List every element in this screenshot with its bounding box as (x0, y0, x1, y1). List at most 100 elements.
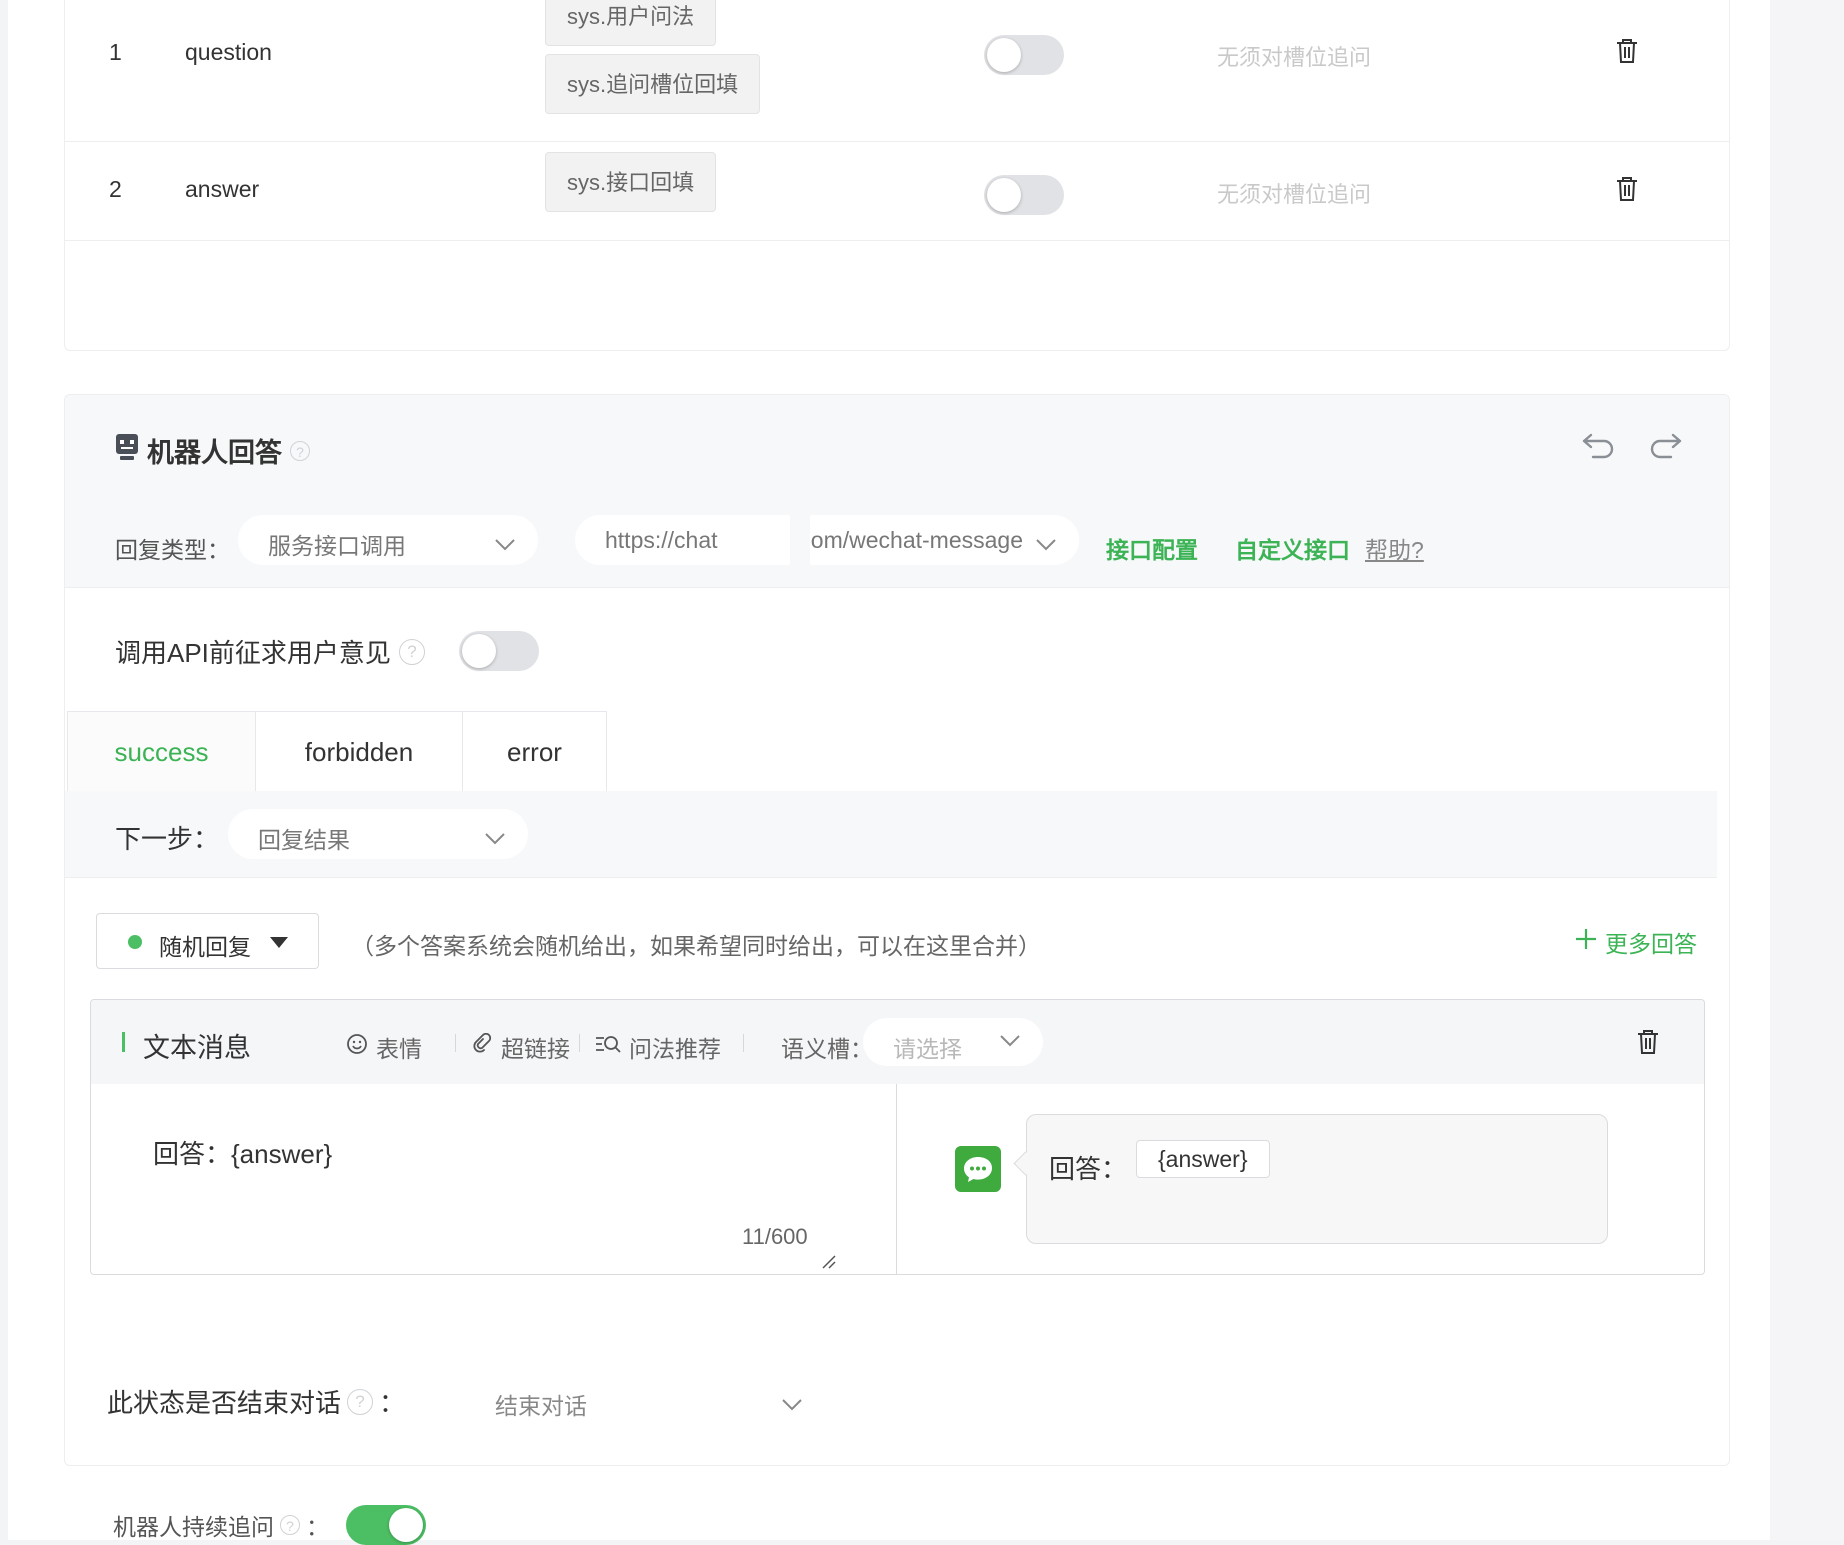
plus-icon (1575, 928, 1597, 956)
random-reply-label: 随机回复 (159, 934, 251, 960)
bot-answer-header: 机器人回答 ? (65, 395, 1729, 495)
semantic-slot-label: 语义槽： (781, 1036, 873, 1062)
followup-label: 机器人持续追问 ? ： (113, 1508, 329, 1542)
end-dialog-colon: ： (379, 1388, 406, 1418)
question-suggest-label: 问法推荐 (629, 1036, 721, 1062)
semantic-slot-placeholder: 请选择 (893, 1036, 962, 1062)
semantic-slot-select[interactable]: 请选择 (863, 1018, 1043, 1066)
table-row: 2 answer sys.接口回填 无须对槽位追问 (65, 141, 1729, 241)
api-url-start: https://chat (605, 527, 718, 553)
followup-toggle[interactable] (346, 1505, 426, 1545)
message-preview: 回答： {answer} (897, 1084, 1704, 1274)
text-message-title: 文本消息 (143, 1033, 251, 1063)
status-dot (128, 935, 142, 949)
chevron-down-icon (484, 825, 506, 852)
bot-answer-title: 机器人回答 ? (115, 431, 310, 470)
row-index: 2 (109, 176, 122, 202)
bot-answer-title-text: 机器人回答 (147, 438, 282, 468)
smile-icon (346, 1033, 368, 1061)
reply-type-bar: 回复类型： 服务接口调用 https://chat ..com/wechat-m… (65, 495, 1729, 588)
reply-type-select[interactable]: 服务接口调用 (238, 515, 538, 565)
next-step-value: 回复结果 (258, 827, 350, 853)
help-icon[interactable]: ? (290, 440, 310, 461)
hyperlink-tool[interactable]: 超链接 (471, 1030, 570, 1064)
preview-variable-tag: {answer} (1136, 1140, 1270, 1178)
help-icon[interactable]: ? (398, 638, 425, 665)
toggle-knob (987, 178, 1021, 212)
trash-icon[interactable] (1636, 1029, 1660, 1060)
slot-ask-text: 无须对槽位追问 (1217, 45, 1372, 70)
api-url-select[interactable]: https://chat ..com/wechat-message (575, 515, 1079, 565)
api-consent-label: 调用API前征求用户意见 ? (115, 633, 425, 670)
chat-bubble: 回答： {answer} (1026, 1114, 1608, 1244)
emoji-tool[interactable]: 表情 (346, 1030, 422, 1064)
row-index: 1 (109, 39, 122, 65)
end-dialog-value: 结束对话 (495, 1393, 587, 1419)
page: 1 question sys.用户问法 sys.追问槽位回填 无须对槽位追问 2… (8, 0, 1770, 1545)
slot-source-chip[interactable]: sys.追问槽位回填 (545, 54, 761, 114)
next-step-label: 下一步： (115, 824, 220, 854)
trash-icon[interactable] (1615, 38, 1641, 66)
slot-table: 1 question sys.用户问法 sys.追问槽位回填 无须对槽位追问 2… (64, 0, 1730, 351)
reply-type-value: 服务接口调用 (268, 533, 406, 559)
help-icon[interactable]: ? (347, 1388, 374, 1415)
scroll-gutter (1770, 0, 1844, 1540)
caret-down-icon (270, 937, 288, 948)
char-counter: 11/600 (742, 1224, 808, 1249)
end-dialog-text: 此状态是否结束对话 (107, 1388, 342, 1418)
response-tabs: success forbidden error (65, 711, 1717, 792)
tab-forbidden[interactable]: forbidden (255, 711, 463, 791)
slot-ask-toggle[interactable] (984, 35, 1064, 75)
chevron-down-icon (1035, 531, 1057, 558)
slot-ask-text: 无须对槽位追问 (1217, 182, 1372, 207)
preview-prefix: 回答： (1049, 1154, 1128, 1184)
tab-success[interactable]: success (67, 711, 256, 791)
toggle-knob (389, 1508, 423, 1542)
slot-ask-toggle[interactable] (984, 175, 1064, 215)
chevron-down-icon (999, 1034, 1021, 1053)
slot-name: answer (185, 176, 260, 202)
robot-icon (115, 433, 139, 468)
text-message-block: 文本消息 表情 超链接 问法推荐 语义槽： 请选择 回答：{answer} 11… (90, 999, 1705, 1275)
followup-colon: ： (306, 1514, 329, 1540)
slot-name: question (185, 39, 272, 65)
toggle-knob (987, 38, 1021, 72)
trash-icon[interactable] (1615, 176, 1641, 204)
tab-error[interactable]: error (462, 711, 607, 791)
next-step-select[interactable]: 回复结果 (228, 809, 528, 859)
help-icon[interactable]: ? (280, 1515, 300, 1535)
toggle-knob (462, 634, 496, 668)
hyperlink-tool-label: 超链接 (501, 1036, 570, 1062)
api-consent-text: 调用API前征求用户意见 (115, 638, 391, 668)
chevron-down-icon (781, 1391, 803, 1418)
question-suggest-tool[interactable]: 问法推荐 (595, 1030, 721, 1064)
search-suggest-icon (595, 1033, 621, 1061)
more-answers-button[interactable]: 更多回答 (1575, 925, 1697, 959)
custom-api-link[interactable]: 自定义接口 (1235, 531, 1350, 565)
help-link[interactable]: 帮助? (1365, 531, 1424, 565)
end-dialog-label: 此状态是否结束对话 ? ： (107, 1383, 405, 1420)
reply-type-label: 回复类型： (115, 537, 230, 563)
random-reply-dropdown[interactable]: 随机回复 (96, 913, 319, 969)
api-config-link[interactable]: 接口配置 (1106, 531, 1198, 565)
wechat-icon (955, 1146, 1001, 1192)
undo-icon[interactable] (1581, 431, 1615, 464)
emoji-tool-label: 表情 (376, 1036, 422, 1062)
chevron-down-icon (494, 531, 516, 558)
slot-source-chip[interactable]: sys.用户问法 (545, 0, 717, 46)
api-url-end: ..com/wechat-message (810, 527, 1023, 553)
table-row: 1 question sys.用户问法 sys.追问槽位回填 无须对槽位追问 (65, 0, 1729, 142)
slot-source-chip[interactable]: sys.接口回填 (545, 152, 717, 212)
more-answers-label: 更多回答 (1605, 931, 1697, 957)
message-content: 回答：{answer} (153, 1139, 333, 1169)
next-step-bar: 下一步： 回复结果 (65, 791, 1717, 878)
random-reply-hint: （多个答案系统会随机给出，如果希望同时给出，可以在这里合并） (351, 933, 1041, 959)
api-consent-toggle[interactable] (459, 631, 539, 671)
text-message-toolbar: 文本消息 表情 超链接 问法推荐 语义槽： 请选择 (91, 1000, 1704, 1084)
link-icon (471, 1032, 493, 1061)
resize-handle-icon[interactable] (821, 1254, 837, 1274)
message-editor[interactable]: 回答：{answer} 11/600 (91, 1084, 897, 1274)
followup-text: 机器人持续追问 (113, 1514, 274, 1540)
end-dialog-select[interactable]: 结束对话 (465, 1375, 825, 1425)
redo-icon[interactable] (1649, 431, 1683, 464)
